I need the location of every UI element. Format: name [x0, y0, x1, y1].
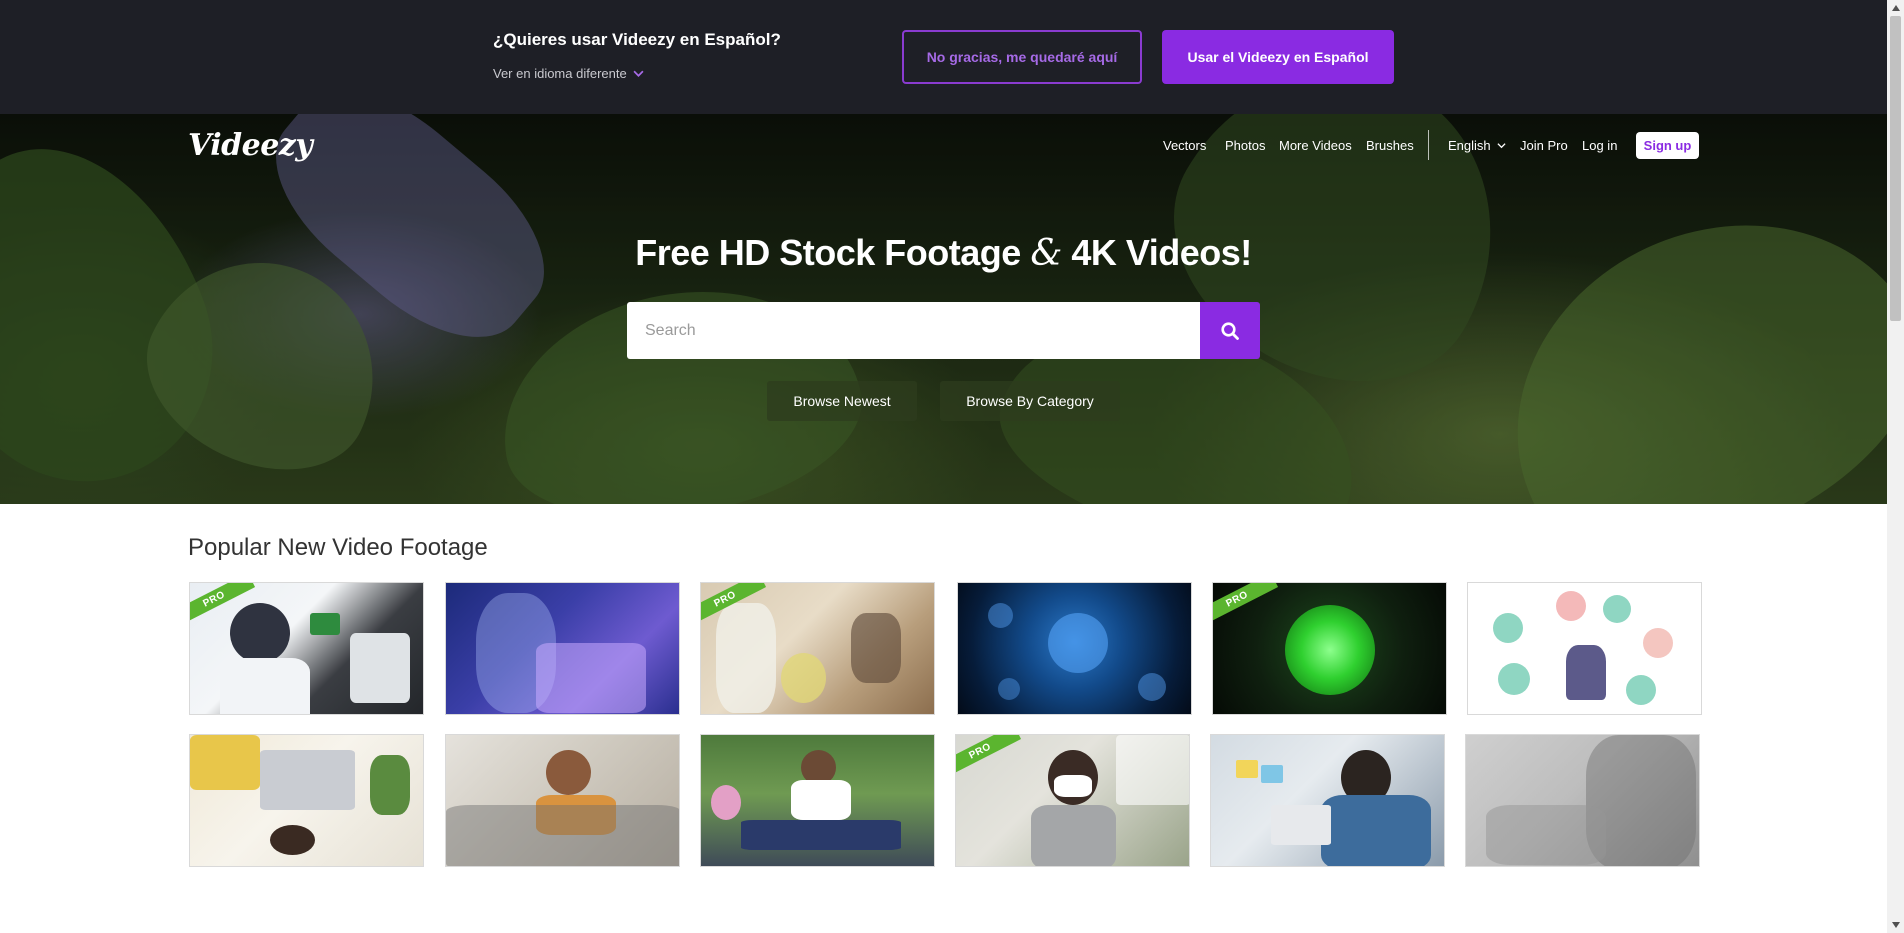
decline-language-button[interactable]: No gracias, me quedaré aquí	[902, 30, 1142, 84]
scroll-down-arrow-icon[interactable]	[1890, 919, 1901, 931]
section-title: Popular New Video Footage	[188, 534, 488, 561]
video-thumbnail[interactable]	[957, 582, 1192, 715]
video-thumbnail[interactable]	[700, 734, 935, 867]
search-button[interactable]	[1200, 302, 1260, 359]
pro-badge: PRO	[956, 735, 1022, 778]
video-thumbnail[interactable]: PRO	[189, 582, 424, 715]
video-thumbnail[interactable]	[1467, 582, 1702, 715]
pro-badge: PRO	[1213, 583, 1279, 626]
video-thumbnail[interactable]	[445, 582, 680, 715]
accept-language-button[interactable]: Usar el Videezy en Español	[1162, 30, 1394, 84]
browse-category-button[interactable]: Browse By Category	[940, 381, 1120, 421]
nav-brushes[interactable]: Brushes	[1366, 138, 1414, 153]
browse-newest-button[interactable]: Browse Newest	[767, 381, 917, 421]
scrollbar-thumb[interactable]	[1890, 16, 1901, 321]
nav-divider	[1428, 130, 1429, 160]
hero-title: Free HD Stock Footage & 4K Videos!	[0, 232, 1887, 274]
other-language-label: Ver en idioma diferente	[493, 66, 627, 81]
video-thumbnail[interactable]: PRO	[700, 582, 935, 715]
video-thumbnail[interactable]: PRO	[955, 734, 1190, 867]
nav-more-videos[interactable]: More Videos	[1279, 138, 1352, 153]
nav-vectors[interactable]: Vectors	[1163, 138, 1206, 153]
search-icon	[1221, 321, 1239, 340]
hero-title-part1: Free HD Stock Footage	[635, 232, 1021, 273]
page: ¿Quieres usar Videezy en Español? Ver en…	[0, 0, 1904, 933]
language-dropdown[interactable]: English	[1448, 138, 1506, 153]
nav-photos[interactable]: Photos	[1225, 138, 1265, 153]
scroll-up-arrow-icon[interactable]	[1890, 2, 1901, 14]
video-thumbnail[interactable]	[1210, 734, 1445, 867]
language-question: ¿Quieres usar Videezy en Español?	[493, 30, 781, 49]
sign-up-button[interactable]: Sign up	[1636, 132, 1699, 159]
language-banner: ¿Quieres usar Videezy en Español? Ver en…	[0, 0, 1887, 114]
video-thumbnail[interactable]	[1465, 734, 1700, 867]
other-language-link[interactable]: Ver en idioma diferente	[493, 66, 644, 81]
chevron-down-icon	[1497, 143, 1506, 149]
hero-title-ampersand: &	[1030, 233, 1062, 274]
video-thumbnail[interactable]	[445, 734, 680, 867]
nav-join-pro[interactable]: Join Pro	[1520, 138, 1568, 153]
chevron-down-icon	[633, 70, 644, 77]
language-dropdown-label: English	[1448, 138, 1491, 153]
video-thumbnail[interactable]	[189, 734, 424, 867]
search-input[interactable]	[627, 302, 1201, 359]
videezy-logo[interactable]: Videezy	[188, 128, 313, 163]
nav-log-in[interactable]: Log in	[1582, 138, 1617, 153]
video-thumbnail[interactable]: PRO	[1212, 582, 1447, 715]
hero-title-part2: 4K Videos!	[1071, 232, 1252, 273]
